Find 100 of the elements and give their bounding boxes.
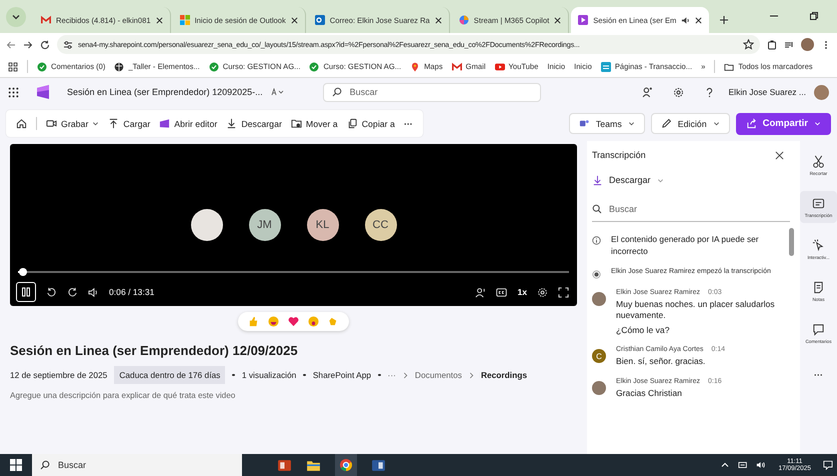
search-field[interactable]: Buscar [322,82,541,102]
view-count: 1 visualización [242,370,296,380]
pause-button[interactable] [16,282,36,302]
transcript-text: Bien. sí, señor. gracias. [616,356,706,368]
transcript-text: Muy buenas noches. un placer saludarlos nuevamente. [616,298,776,322]
source-app: SharePoint App [312,370,372,380]
scrollbar-thumb[interactable] [789,228,794,256]
transcript-icon [812,196,825,210]
restore-icon[interactable] [809,11,819,21]
close-icon[interactable] [775,150,784,160]
captions-icon[interactable] [496,286,508,298]
participant-avatar: JM [248,209,280,241]
breadcrumb-link[interactable]: ··· [388,370,396,380]
search-icon [40,460,50,470]
person-icon[interactable] [475,286,486,298]
apps-grid-icon[interactable] [8,62,18,72]
close-icon[interactable] [554,16,562,24]
edit-mode-button[interactable]: Edición [650,113,730,134]
description-placeholder[interactable]: Agregue una descripción para explicar de qué trata este video [10,391,577,400]
presentation-app-icon[interactable] [277,458,292,472]
page-icon [600,62,611,72]
clapperboard-icon [159,118,170,129]
thumbs-up-icon[interactable] [248,316,259,327]
media-icon[interactable] [784,40,794,50]
participant-avatar: CC [364,209,396,241]
share-button[interactable]: Compartir [736,112,831,134]
panel-title: Transcripción [592,150,646,160]
rail-button[interactable]: ··· [800,359,837,391]
close-icon[interactable] [290,16,298,24]
mail-icon [41,15,51,25]
toolbar-button[interactable]: Cargar [108,118,150,129]
laughing-face-icon[interactable] [268,316,279,327]
close-icon[interactable] [434,16,442,24]
fullscreen-icon[interactable] [558,286,569,298]
surprised-face-icon[interactable] [308,316,319,327]
download-button[interactable]: Descargar [592,169,796,191]
scissors-icon [812,154,825,168]
toolbar-button[interactable]: Descargar [226,118,282,129]
settings-icon[interactable] [672,86,684,98]
network-icon[interactable] [738,460,748,470]
bullet-icon [303,374,306,376]
taskbar-search-field[interactable]: Buscar [32,454,242,476]
play-icon [494,62,505,72]
forward-icon[interactable] [23,40,33,50]
chevron-icon [628,120,635,127]
info-icon [592,236,601,245]
document-app-icon[interactable] [371,458,386,472]
speaker-avatar [592,380,606,395]
close-icon[interactable] [156,16,163,24]
tab-search-button[interactable] [6,7,26,27]
breadcrumb-link[interactable]: Documentos [414,370,462,380]
toolbar-button[interactable]: Abrir editor [159,118,218,129]
document-title: Sesión en Linea (ser Emprendedor) 12092025-... [67,87,263,97]
back-icon[interactable] [6,40,16,50]
windows-start-icon[interactable] [10,459,22,471]
cursor-icon [812,238,825,252]
user-name[interactable]: Elkin Jose Suarez ... [728,87,806,97]
star-icon[interactable] [743,39,754,50]
chevron-icon [402,372,408,378]
close-icon[interactable] [695,16,702,24]
toolbar-button[interactable]: ··· [404,118,413,128]
speaker-avatar [592,292,606,306]
heart-icon[interactable] [288,316,299,327]
camera-icon [46,118,57,129]
volume-icon[interactable] [88,286,99,298]
home-icon[interactable] [16,118,27,129]
pause-icon [21,287,31,297]
toolbar-button[interactable]: Mover a [290,118,338,129]
notifications-icon[interactable] [823,460,833,470]
toolbar-button[interactable]: Grabar [46,118,100,129]
ai-notice: El contenido generado por IA puede ser incorrecto [611,234,760,258]
bullet-icon [378,374,381,376]
progress-thumb[interactable] [19,268,28,276]
speaker-icon [681,16,690,24]
toolbar-button[interactable]: Copiar a [346,118,395,129]
folder-icon [724,62,734,72]
sensitivity-icon[interactable] [270,88,285,96]
teams-button[interactable]: Teams [568,113,645,134]
transcript-text: Gracias Christian [616,388,683,400]
transcript-search-field[interactable]: Buscar [592,197,790,222]
recording-date: 12 de septiembre de 2025 [10,370,108,380]
people-icon[interactable] [642,86,653,98]
playback-speed-button[interactable]: 1x [517,287,527,297]
extensions-icon[interactable] [767,40,777,50]
breadcrumb-link[interactable]: Recordings [480,370,528,380]
windows-icon [180,15,190,25]
browser-app-icon[interactable] [335,454,357,476]
rewind-icon[interactable] [46,286,57,298]
new-tab-icon[interactable] [719,15,730,25]
teams-icon [578,118,590,129]
user-avatar[interactable] [814,84,829,100]
record-dot-icon [592,270,601,279]
pencil-icon [660,118,672,129]
profile-avatar[interactable] [801,38,814,51]
volume-icon[interactable] [756,460,766,470]
app-launcher-icon[interactable] [8,86,19,98]
expiry-badge: Caduca dentro de 176 días [114,366,226,384]
reload-icon[interactable] [40,40,50,50]
video-time: 0:06 / 13:31 [109,287,154,297]
chevron-icon [468,372,474,378]
